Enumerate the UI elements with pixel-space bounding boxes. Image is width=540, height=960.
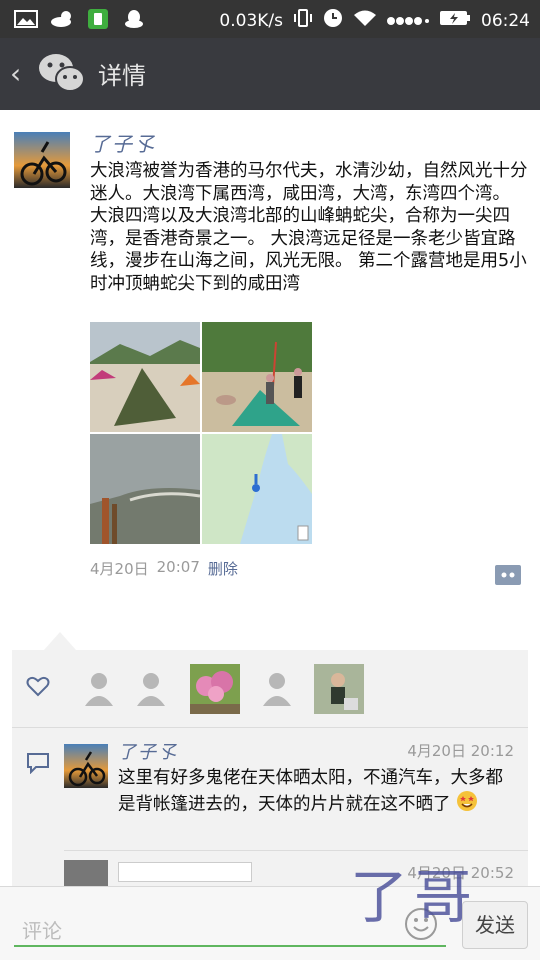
battery-saver-icon <box>86 8 110 30</box>
status-bar: 0.03K/s 06:24 <box>0 0 540 38</box>
gallery-icon <box>14 8 38 30</box>
comment-timestamp: 4月20日 20:12 <box>407 740 514 761</box>
comment-time: 20:12 <box>470 742 514 760</box>
beach-tents-photo[interactable] <box>90 322 200 432</box>
clock: 06:24 <box>481 10 530 31</box>
speech-bubble-icon <box>26 752 50 775</box>
post-meta: 4月20日 20:07 删除 <box>90 558 238 579</box>
liker-avatar[interactable] <box>74 664 124 714</box>
delete-link[interactable]: 删除 <box>208 558 238 579</box>
vibrate-icon <box>293 8 313 33</box>
wifi-icon <box>353 9 377 32</box>
network-speed: 0.03K/s <box>219 10 283 31</box>
qq-icon <box>122 8 146 30</box>
post-text: 大浪湾被誉为香港的马尔代夫，水清沙幼，自然风光十分迷人。大浪湾下属西湾，咸田湾，… <box>90 161 528 294</box>
panel-pointer <box>44 632 76 650</box>
comment-username-redacted[interactable] <box>118 862 252 882</box>
status-left-icons <box>14 8 146 30</box>
comment-date: 4月20日 <box>407 742 466 760</box>
alarm-icon <box>323 8 343 33</box>
star-struck-emoji-icon <box>456 790 478 819</box>
wechat-icon[interactable] <box>38 52 86 94</box>
status-right: 0.03K/s 06:24 <box>219 8 530 33</box>
comment-body: 这里有好多鬼佬在天体晒太阳，不通汽车，大多都是背帐篷进去的，天体的片片就在这不晒… <box>118 768 503 815</box>
post-time: 20:07 <box>156 558 200 576</box>
heart-icon <box>26 674 50 698</box>
avatar[interactable] <box>14 132 70 188</box>
weather-icon <box>50 8 74 30</box>
comment-username[interactable]: 了子孓 <box>118 738 178 764</box>
nav-bar: ‹ 详情 <box>0 38 540 110</box>
photo-grid <box>90 322 314 546</box>
misty-coast-photo[interactable] <box>90 434 200 544</box>
comment-text: 这里有好多鬼佬在天体晒太阳，不通汽车，大多都是背帐篷进去的，天体的片片就在这不晒… <box>118 766 518 819</box>
back-chevron-icon[interactable]: ‹ <box>10 56 32 92</box>
liker-avatar[interactable] <box>314 664 364 714</box>
liker-avatar[interactable] <box>252 664 302 714</box>
comment-menu-icon[interactable] <box>494 564 522 586</box>
camp-people-photo[interactable] <box>202 322 312 432</box>
post-username[interactable]: 了子孓 <box>90 128 156 157</box>
likes-row <box>12 650 528 728</box>
watermark-text: 了哥 <box>350 863 479 931</box>
avatar[interactable] <box>64 744 108 788</box>
battery-icon <box>439 9 471 32</box>
liker-avatar[interactable] <box>190 664 240 714</box>
page-title: 详情 <box>98 62 146 90</box>
post-date: 4月20日 <box>90 560 149 578</box>
signal-icon <box>387 11 429 31</box>
map-photo[interactable] <box>202 434 312 544</box>
liker-avatar[interactable] <box>126 664 176 714</box>
